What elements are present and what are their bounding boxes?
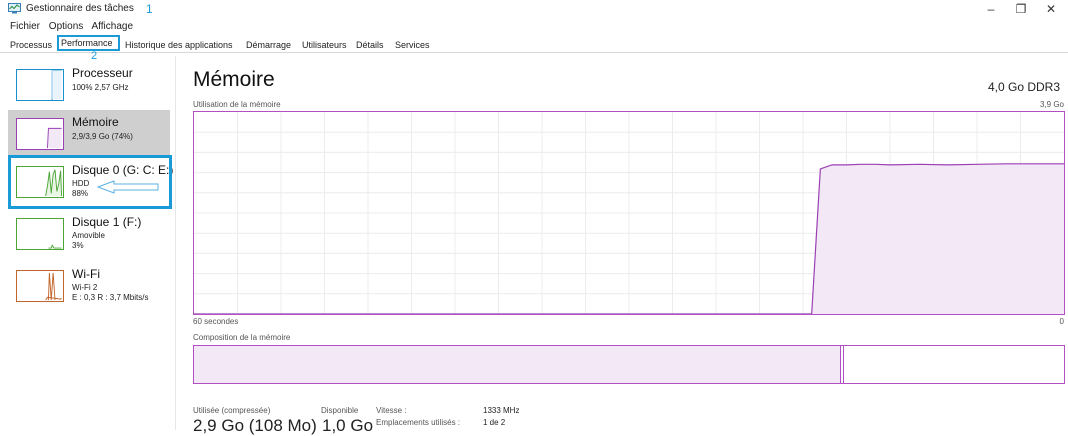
page-title: Mémoire: [193, 68, 275, 91]
menu-affichage[interactable]: Affichage: [92, 21, 134, 32]
tab-demarrage[interactable]: Démarrage: [246, 40, 291, 50]
sidebar-item-processeur[interactable]: Processeur 100% 2,57 GHz: [8, 61, 170, 109]
available-label: Disponible: [321, 406, 359, 415]
sidebar-item-detail: 2,9/3,9 Go (74%): [72, 132, 133, 141]
used-label: Utilisée (compressée): [193, 406, 271, 415]
window-title: Gestionnaire des tâches: [26, 3, 134, 14]
close-button[interactable]: ✕: [1036, 0, 1066, 18]
minimize-button[interactable]: –: [976, 0, 1006, 18]
network-graph-thumbnail-icon: [16, 270, 64, 302]
task-manager-icon: [8, 3, 21, 14]
tab-utilisateurs[interactable]: Utilisateurs: [302, 40, 347, 50]
sidebar-item-wifi[interactable]: Wi-Fi Wi-Fi 2 E : 0,3 R : 3,7 Mbits/s: [8, 262, 170, 310]
cpu-graph-thumbnail-icon: [16, 69, 64, 101]
menu-options[interactable]: Options: [49, 21, 83, 32]
sidebar-item-disque-1[interactable]: Disque 1 (F:) Amovible 3%: [8, 210, 170, 258]
memory-graph-thumbnail-icon: [16, 118, 64, 150]
restore-button[interactable]: ❐: [1006, 0, 1036, 18]
sidebar-item-memoire[interactable]: Mémoire 2,9/3,9 Go (74%): [8, 110, 170, 158]
sidebar-divider: [175, 56, 176, 430]
annotation-1: 1: [146, 2, 153, 16]
speed-value: 1333 MHz: [483, 406, 520, 415]
sidebar-item-type: Amovible: [72, 231, 105, 240]
memory-composition-bar: [193, 345, 1065, 384]
available-value: 1,0 Go: [322, 416, 374, 435]
slots-value: 1 de 2: [483, 418, 506, 427]
speed-label: Vitesse :: [376, 406, 407, 415]
tab-details[interactable]: Détails: [356, 40, 384, 50]
sidebar-item-detail: E : 0,3 R : 3,7 Mbits/s: [72, 293, 149, 302]
sidebar-item-type: Wi-Fi 2: [72, 283, 98, 292]
time-axis-right-label: 0: [1059, 317, 1064, 326]
slots-label: Emplacements utilisés :: [376, 418, 461, 427]
composition-modified-segment: [841, 346, 844, 383]
disk-highlight-box: [8, 155, 172, 209]
memory-spec: 4,0 Go DDR3: [987, 80, 1060, 94]
tab-processus[interactable]: Processus: [10, 40, 52, 50]
memory-usage-chart: [193, 111, 1065, 315]
sidebar-item-detail: 3%: [72, 241, 84, 250]
sidebar-item-label: Processeur: [72, 66, 133, 80]
title-bar: Gestionnaire des tâches 1 – ❐ ✕: [0, 0, 1068, 18]
time-axis-left-label: 60 secondes: [193, 317, 239, 326]
menu-bar: Fichier Options Affichage: [10, 21, 139, 32]
sidebar-item-label: Disque 1 (F:): [72, 215, 142, 229]
usage-chart-max: 3,9 Go: [1039, 100, 1064, 109]
menu-fichier[interactable]: Fichier: [10, 21, 40, 32]
used-value: 2,9 Go (108 Mo): [193, 416, 317, 435]
tab-services[interactable]: Services: [395, 40, 430, 50]
sidebar-item-detail: 100% 2,57 GHz: [72, 83, 129, 92]
disk-graph-thumbnail-icon: [16, 218, 64, 250]
usage-chart-label: Utilisation de la mémoire: [193, 100, 281, 109]
composition-chart-label: Composition de la mémoire: [193, 333, 291, 342]
composition-in-use-segment: [194, 346, 841, 383]
sidebar-item-label: Wi-Fi: [72, 267, 100, 281]
tab-historique[interactable]: Historique des applications: [125, 40, 233, 50]
sidebar-item-label: Mémoire: [72, 115, 119, 129]
tab-performance[interactable]: Performance: [61, 38, 113, 48]
